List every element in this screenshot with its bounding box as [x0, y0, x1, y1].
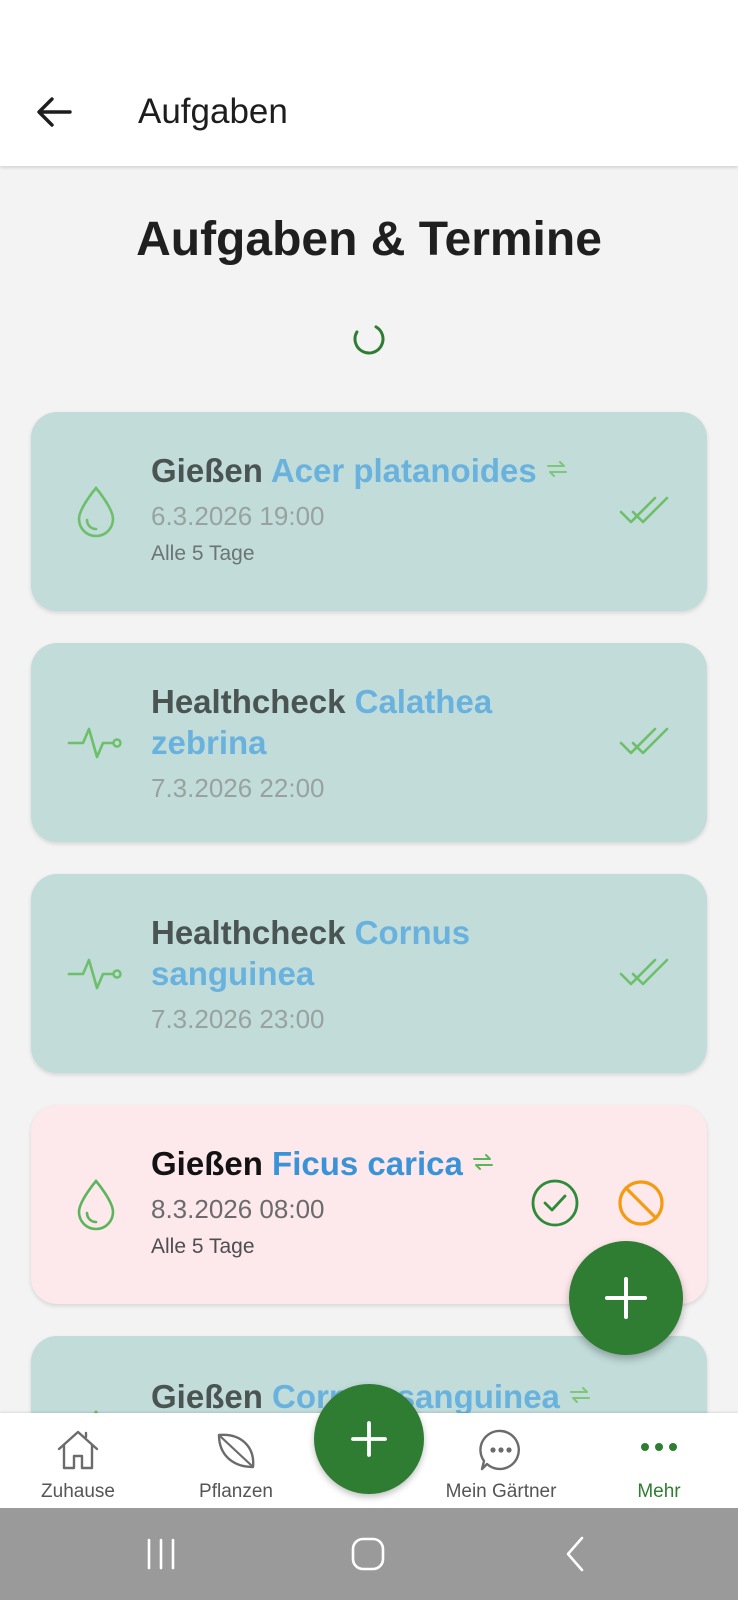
repeat-icon — [472, 1154, 493, 1170]
task-frequency: Alle 5 Tage — [151, 1235, 255, 1258]
complete-task-button[interactable] — [527, 1175, 583, 1231]
task-date: 6.3.2026 19:00 — [151, 501, 325, 531]
plant-name-link[interactable]: Acer platanoides — [271, 452, 537, 489]
arrow-left-icon — [37, 97, 72, 127]
double-check-icon — [619, 727, 669, 755]
nav-label: Mein Gärtner — [445, 1481, 557, 1502]
nav-label: Pflanzen — [199, 1481, 273, 1502]
nav-item-pflanzen[interactable]: Pflanzen — [186, 1413, 286, 1508]
plant-name-link[interactable]: Ficus carica — [272, 1145, 463, 1182]
back-nav-icon[interactable] — [556, 1534, 596, 1574]
water-drop-icon — [77, 485, 115, 538]
page-title: Aufgaben & Termine — [136, 213, 602, 266]
task-type: Healthcheck — [151, 683, 346, 720]
task-date: 7.3.2026 23:00 — [151, 1004, 325, 1034]
nav-item-mein-gaertner[interactable]: Mein Gärtner — [436, 1413, 566, 1508]
home-icon — [57, 1430, 99, 1470]
app-bar-title: Aufgaben — [138, 92, 288, 131]
double-check-icon — [619, 496, 669, 524]
task-type: Healthcheck — [151, 914, 346, 951]
task-date: 8.3.2026 08:00 — [151, 1194, 325, 1224]
task-card[interactable]: Healthcheck Cornus sanguinea 7.3.2026 23… — [31, 874, 707, 1073]
app-bar: Aufgaben — [0, 60, 738, 166]
repeat-icon — [569, 1387, 590, 1403]
plus-icon — [351, 1421, 387, 1457]
nav-label: Zuhause — [41, 1481, 115, 1502]
loading-spinner — [353, 323, 385, 355]
plus-icon — [605, 1277, 647, 1319]
task-type: Gießen — [151, 452, 263, 489]
system-navigation-bar — [0, 1508, 738, 1600]
home-button-icon[interactable] — [348, 1534, 388, 1574]
add-task-fab[interactable] — [569, 1241, 683, 1355]
center-add-button[interactable] — [314, 1384, 424, 1494]
nav-item-zuhause[interactable]: Zuhause — [28, 1413, 128, 1508]
status-bar — [0, 0, 738, 60]
task-card[interactable]: Gießen Acer platanoides 6.3.2026 19:00 A… — [31, 412, 707, 611]
task-type: Gießen — [151, 1378, 263, 1415]
more-dots-icon — [641, 1443, 677, 1451]
task-date: 7.3.2026 22:00 — [151, 773, 325, 803]
water-drop-icon — [77, 1178, 115, 1231]
skip-task-button[interactable] — [613, 1175, 669, 1231]
task-frequency: Alle 5 Tage — [151, 542, 255, 565]
heartbeat-icon — [67, 727, 122, 759]
leaf-icon — [217, 1433, 255, 1469]
heartbeat-icon — [67, 958, 122, 990]
repeat-icon — [546, 461, 567, 477]
nav-label: Mehr — [637, 1481, 681, 1502]
recent-apps-icon[interactable] — [141, 1534, 181, 1574]
task-type: Gießen — [151, 1145, 263, 1182]
chat-icon — [479, 1429, 520, 1471]
task-card[interactable]: Healthcheck Calathea zebrina 7.3.2026 22… — [31, 643, 707, 842]
double-check-icon — [619, 958, 669, 986]
back-button[interactable] — [30, 88, 78, 136]
nav-item-mehr[interactable]: Mehr — [609, 1413, 709, 1508]
